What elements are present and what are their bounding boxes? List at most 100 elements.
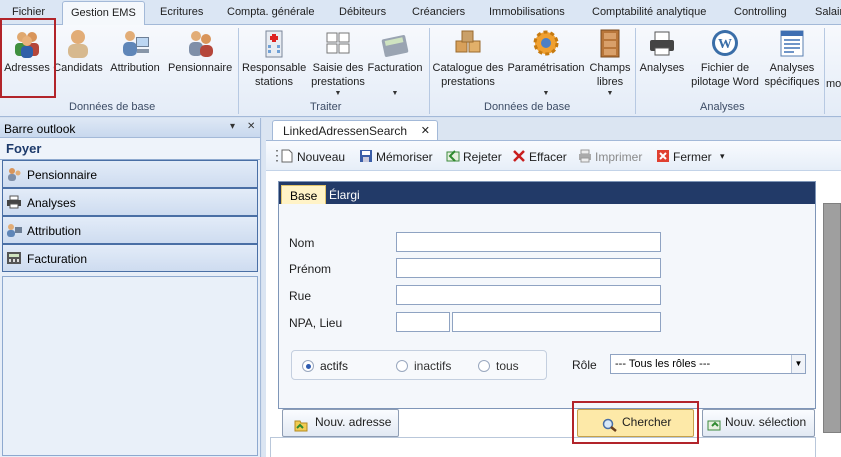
outlook-title: Barre outlook: [4, 122, 76, 136]
memoriser-button[interactable]: Mémoriser: [359, 149, 433, 164]
cabinet-icon: [600, 29, 620, 58]
radio-tous[interactable]: tous: [478, 359, 519, 373]
dropdown-arrow-icon: ▼: [606, 90, 614, 97]
new-document-icon: [281, 149, 293, 163]
print-icon: [579, 149, 591, 163]
lieu-field[interactable]: [452, 312, 661, 332]
tab-compta-generale[interactable]: Compta. générale: [227, 6, 314, 18]
word-icon: W: [712, 30, 738, 56]
npa-field[interactable]: [396, 312, 450, 332]
rejeter-button[interactable]: Rejeter: [446, 149, 502, 164]
parametrisation-button[interactable]: Paramétrisation ▼: [507, 27, 585, 98]
champs-libres-button[interactable]: Champs libres ▼: [588, 27, 632, 98]
analyses-button[interactable]: Analyses: [638, 27, 686, 75]
fichier-pilotage-word-button[interactable]: W Fichier de pilotage Word: [688, 27, 762, 89]
subtab-elargi[interactable]: Élargi: [321, 185, 368, 204]
tab-immobilisations[interactable]: Immobilisations: [489, 6, 565, 18]
document-area: LinkedAdressenSearch ✕ ⋮ Nouveau Mémoris…: [262, 118, 841, 457]
report-icon: [780, 30, 804, 57]
toolbar-overflow-icon[interactable]: ▾: [720, 151, 725, 162]
tab-linkedadressensearch[interactable]: LinkedAdressenSearch ✕: [272, 120, 438, 141]
person-computer-icon: [7, 224, 22, 237]
highlight-adresses: [0, 18, 56, 98]
preview-scroll-area: [823, 203, 841, 433]
more-button[interactable]: mo: [826, 77, 841, 91]
tab-comptabilite-analytique[interactable]: Comptabilité analytique: [592, 6, 706, 18]
role-select[interactable]: --- Tous les rôles --- ▼: [610, 354, 806, 374]
new-selection-icon: [707, 420, 721, 431]
tab-fichier[interactable]: Fichier: [12, 6, 45, 18]
nom-field[interactable]: [396, 232, 661, 252]
close-icon[interactable]: ✕: [247, 121, 255, 132]
radio-inactifs[interactable]: inactifs: [396, 359, 451, 373]
printer-icon: [650, 31, 674, 56]
building-icon: [265, 30, 283, 58]
prenom-label: Prénom: [289, 262, 332, 276]
outlook-empty-area: [2, 276, 258, 456]
person-computer-icon: [123, 31, 149, 56]
printer-icon: [7, 195, 21, 209]
rue-field[interactable]: [396, 285, 661, 305]
nouv-adresse-button[interactable]: Nouv. adresse: [282, 409, 399, 437]
person-icon: [68, 30, 88, 58]
group-separator: [635, 28, 636, 114]
outlook-bar: Barre outlook ▾ ✕ Foyer Pensionnaire Ana…: [0, 118, 261, 457]
radio-selected-icon: [302, 360, 314, 372]
resident-icon: [8, 168, 21, 181]
outlook-item-pensionnaire[interactable]: Pensionnaire: [2, 160, 258, 188]
outlook-item-analyses[interactable]: Analyses: [2, 188, 258, 216]
close-icon: [657, 150, 669, 162]
effacer-button[interactable]: Effacer: [512, 149, 567, 164]
subtab-base[interactable]: Base: [281, 185, 327, 204]
catalogue-prestations-button[interactable]: Catalogue des prestations: [432, 27, 504, 89]
tab-ecritures[interactable]: Ecritures: [160, 6, 203, 18]
save-icon: [360, 150, 372, 162]
tab-controlling[interactable]: Controlling: [734, 6, 787, 18]
outlook-item-attribution[interactable]: Attribution: [2, 216, 258, 244]
facturation-button[interactable]: Facturation ▼: [366, 27, 424, 98]
reject-icon: [446, 150, 460, 162]
tab-creanciers[interactable]: Créanciers: [412, 6, 465, 18]
add-address-icon: [294, 420, 308, 432]
tab-debiteurs[interactable]: Débiteurs: [339, 6, 386, 18]
saisie-prestations-button[interactable]: Saisie des prestations ▼: [308, 27, 368, 98]
radio-actifs[interactable]: actifs: [302, 359, 348, 373]
nouveau-button[interactable]: Nouveau: [280, 149, 345, 164]
imprimer-button[interactable]: Imprimer: [578, 149, 642, 164]
search-panel: Base Élargi Nom Prénom Rue NPA, Lieu act…: [278, 181, 816, 409]
prenom-field[interactable]: [396, 258, 661, 278]
group-separator: [824, 28, 825, 114]
nouv-selection-button[interactable]: Nouv. sélection: [702, 409, 815, 437]
gear-icon: [533, 30, 559, 56]
svg-text:W: W: [718, 37, 732, 52]
outlook-title-bar: Barre outlook ▾ ✕: [0, 118, 260, 138]
outlook-section-foyer[interactable]: Foyer: [0, 138, 260, 160]
dropdown-arrow-icon: ▼: [391, 90, 399, 97]
close-tab-icon[interactable]: ✕: [421, 124, 430, 137]
tab-gestion-ems[interactable]: Gestion EMS: [62, 1, 145, 26]
pin-dropdown-icon[interactable]: ▾: [230, 121, 235, 132]
group-label-donnees-de-base-2: Données de base: [484, 101, 571, 113]
tab-salaires[interactable]: Salair: [815, 6, 841, 18]
analyses-specifiques-button[interactable]: Analyses spécifiques: [762, 27, 822, 89]
calculator-icon: [7, 252, 21, 264]
rue-label: Rue: [289, 289, 312, 303]
fermer-button[interactable]: Fermer: [656, 149, 712, 164]
group-label-analyses: Analyses: [700, 101, 745, 113]
delete-icon: [513, 150, 525, 162]
dropdown-arrow-icon: ▼: [334, 90, 342, 97]
responsable-stations-button[interactable]: Responsable stations: [242, 27, 306, 89]
attribution-button[interactable]: Attribution: [107, 27, 163, 75]
ribbon: Adresses Candidats Attribution Pensionna…: [0, 25, 841, 117]
results-grid: [270, 437, 816, 457]
pensionnaire-button[interactable]: Pensionnaire: [168, 27, 232, 75]
ribbon-tab-bar: Fichier Gestion EMS Ecritures Compta. gé…: [0, 0, 841, 26]
toolbar: ⋮ Nouveau Mémoriser Rejeter Effacer Impr…: [266, 141, 841, 171]
nom-label: Nom: [289, 236, 315, 250]
document-body: ⋮ Nouveau Mémoriser Rejeter Effacer Impr…: [266, 140, 841, 457]
resident-icon: [189, 31, 213, 57]
outlook-item-facturation[interactable]: Facturation: [2, 244, 258, 272]
candidats-button[interactable]: Candidats: [53, 27, 103, 75]
calculator-icon: [381, 35, 409, 57]
status-radio-group: actifs inactifs tous: [291, 350, 547, 380]
